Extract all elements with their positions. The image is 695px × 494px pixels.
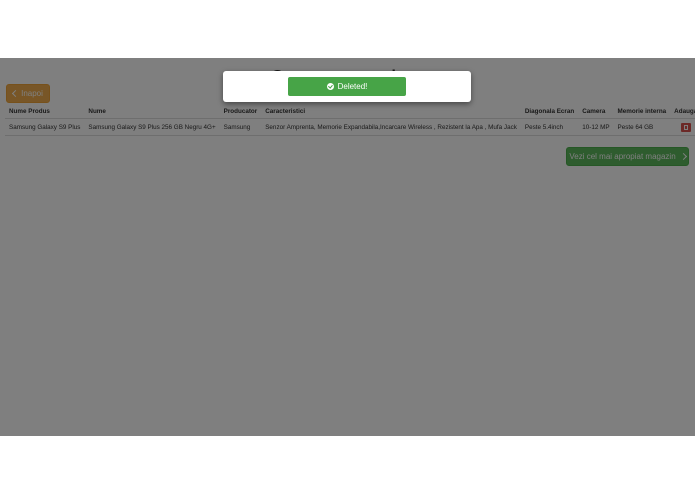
check-circle-icon bbox=[326, 83, 334, 90]
app-container: Comparare produse Inapoi Nume Produs Num… bbox=[0, 58, 695, 436]
alert-message: Deleted! bbox=[337, 82, 368, 91]
success-alert: Deleted! bbox=[288, 77, 406, 96]
notification-dialog: Deleted! bbox=[223, 71, 471, 102]
modal-overlay bbox=[0, 58, 695, 436]
